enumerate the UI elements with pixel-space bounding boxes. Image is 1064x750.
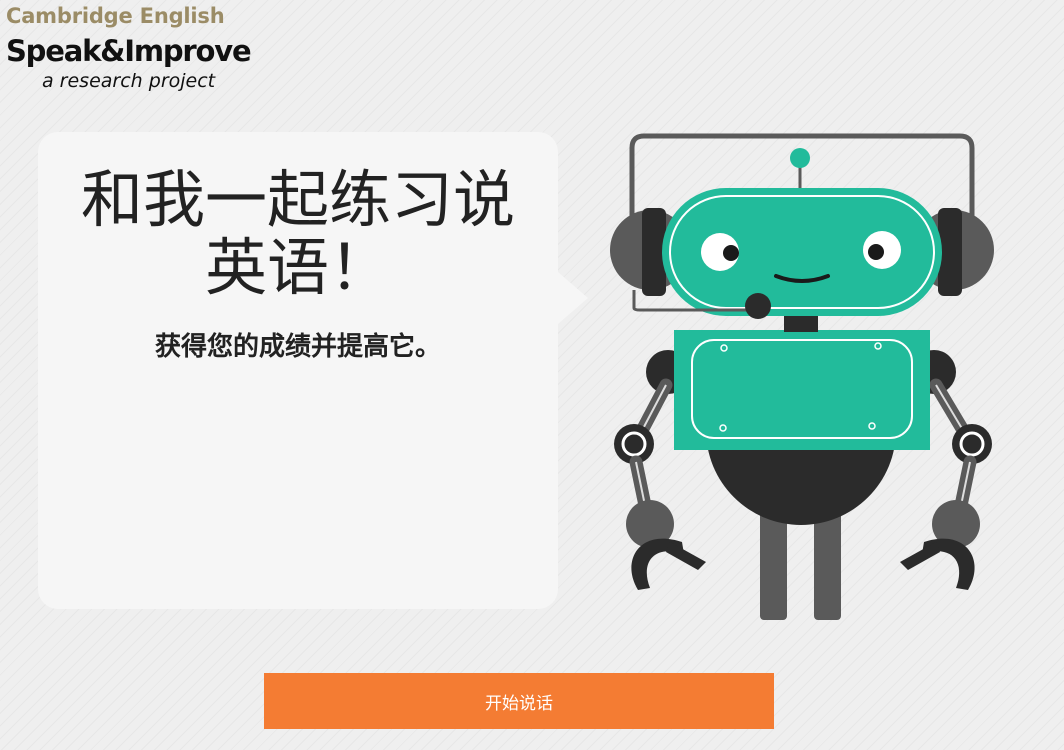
start-speaking-button[interactable]: 开始说话 (264, 673, 774, 729)
robot-antenna (790, 148, 810, 168)
robot-chest (674, 330, 930, 450)
headline-line-1: 和我一起练习说 (80, 163, 515, 236)
headline-line-2: 英语！ (204, 231, 391, 304)
speech-bubble-tail (558, 272, 588, 324)
logo-tagline: a research project (42, 70, 216, 92)
headline: 和我一起练习说 英语！ (54, 166, 542, 302)
robot-neck (784, 314, 818, 332)
logo: Cambridge English Speak&Improve a resear… (6, 2, 252, 92)
robot-icon (610, 133, 994, 620)
logo-product: Speak&Improve (6, 34, 252, 68)
headset-microphone (745, 293, 771, 319)
robot-right-leg (814, 510, 841, 620)
speech-bubble: 和我一起练习说 英语！ 获得您的成绩并提高它。 (38, 132, 588, 609)
logo-brand: Cambridge English (6, 4, 225, 28)
subheadline: 获得您的成绩并提高它。 (154, 332, 441, 362)
robot-left-leg (760, 510, 787, 620)
